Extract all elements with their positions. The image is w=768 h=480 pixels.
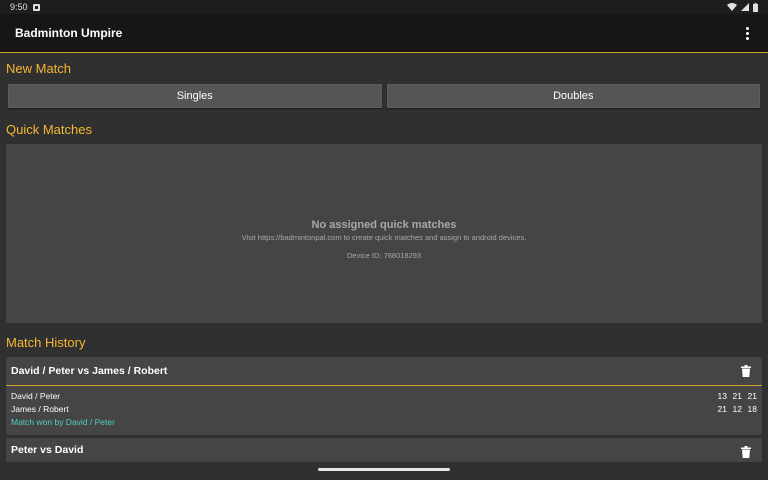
team-name: David / Peter <box>11 390 61 401</box>
status-time: 9:50 <box>10 2 28 12</box>
game-score: 12 <box>732 403 742 414</box>
history-card-header: Peter vs David <box>6 438 762 462</box>
device-id: Device ID: 768018293 <box>346 251 422 260</box>
new-match-heading: New Match <box>6 61 72 76</box>
history-card[interactable]: David / Peter vs James / Robert David / … <box>6 357 762 435</box>
game-score: 13 <box>717 390 727 401</box>
match-history-heading: Match History <box>6 335 86 350</box>
app-title: Badminton Umpire <box>15 26 123 40</box>
match-title: David / Peter vs James / Robert <box>11 365 168 377</box>
quick-matches-empty-subtitle: Visit https://badmintonpal.com to create… <box>241 233 527 242</box>
singles-button[interactable]: Singles <box>8 84 382 108</box>
match-title: Peter vs David <box>11 444 84 456</box>
game-score: 21 <box>732 390 742 401</box>
trash-icon <box>741 365 751 377</box>
history-card-header: David / Peter vs James / Robert <box>6 357 762 385</box>
quick-matches-panel: No assigned quick matches Visit https://… <box>6 144 762 323</box>
signal-icon <box>741 3 749 11</box>
team-score-row: James / Robert 21 12 18 <box>6 402 762 415</box>
team-name: James / Robert <box>11 403 69 414</box>
notification-icon <box>32 3 40 11</box>
status-icons <box>727 2 758 12</box>
match-result: Match won by David / Peter <box>11 417 115 427</box>
app-bar: Badminton Umpire <box>0 14 768 53</box>
trash-icon <box>741 446 751 458</box>
team-score-row: David / Peter 13 21 21 <box>6 389 762 402</box>
doubles-button[interactable]: Doubles <box>386 84 760 108</box>
delete-match-button[interactable] <box>735 360 757 382</box>
game-score: 21 <box>747 390 757 401</box>
battery-icon <box>753 2 758 12</box>
quick-matches-empty-title: No assigned quick matches <box>311 219 457 231</box>
status-bar: 9:50 <box>0 0 768 14</box>
history-card-divider <box>6 385 762 386</box>
team-scores: 13 21 21 <box>712 391 757 401</box>
game-score: 21 <box>717 403 727 414</box>
quick-matches-heading: Quick Matches <box>6 122 92 137</box>
history-card[interactable]: Peter vs David <box>6 438 762 462</box>
gesture-nav-handle[interactable] <box>318 468 450 471</box>
team-scores: 21 12 18 <box>712 404 757 414</box>
game-score: 18 <box>747 403 757 414</box>
overflow-menu-icon[interactable] <box>741 23 753 43</box>
delete-match-button[interactable] <box>735 441 757 463</box>
wifi-icon <box>727 3 737 11</box>
new-match-buttons: Singles Doubles <box>8 84 760 108</box>
